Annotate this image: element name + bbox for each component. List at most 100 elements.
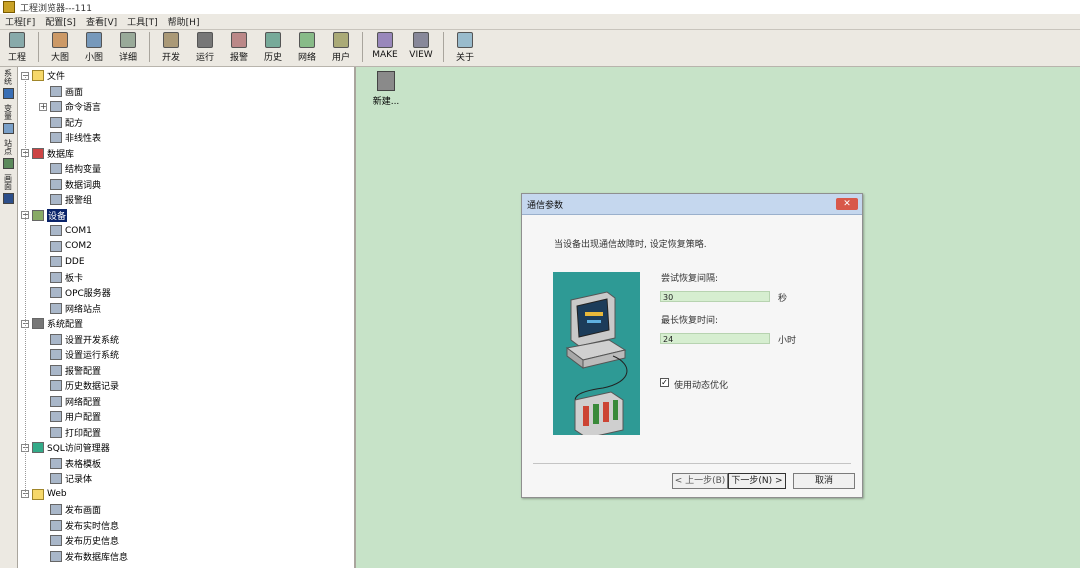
tree-item[interactable]: 记录体 — [39, 471, 92, 486]
tree-item[interactable]: 发布画面 — [39, 502, 101, 517]
tree-item[interactable]: 用户配置 — [39, 409, 101, 424]
menu-view[interactable]: 查看[V] — [81, 15, 122, 28]
new-item[interactable]: 新建... — [371, 71, 401, 107]
tree-item[interactable]: 表格模板 — [39, 456, 101, 471]
tree-item[interactable]: COM2 — [39, 239, 92, 254]
toolbar-label: 小图 — [84, 53, 103, 63]
menu-tools[interactable]: 工具[T] — [122, 15, 163, 28]
tree-node[interactable]: − SQL访问管理器 — [21, 440, 110, 455]
table-template-icon — [50, 457, 62, 469]
toolbar-label: 开发 — [161, 53, 180, 63]
system-tab-icon — [2, 88, 14, 99]
dialog-divider — [533, 463, 851, 464]
toolbar-button-history[interactable]: 历史 — [256, 30, 290, 64]
tree-label: 历史数据记录 — [65, 382, 120, 392]
back-button[interactable]: < 上一步(B) — [672, 473, 728, 489]
tree-label: 数据词典 — [65, 180, 102, 191]
tree-item[interactable]: 打印配置 — [39, 425, 101, 440]
tree-item[interactable]: 网络配置 — [39, 394, 101, 409]
max-recovery-input[interactable]: 24 — [660, 333, 770, 344]
tree-node[interactable]: − 系统配置 — [21, 316, 83, 331]
tree-label: 记录体 — [65, 475, 93, 485]
publish-history-icon — [50, 535, 62, 546]
dialog-title: 通信参数 — [527, 200, 564, 211]
tree-item[interactable]: 报警组 — [39, 192, 92, 207]
tree-item[interactable]: DDE — [39, 254, 85, 269]
tree-item[interactable]: 发布历史信息 — [39, 533, 119, 548]
command-language-icon — [50, 101, 62, 112]
menu-help[interactable]: 帮助[H] — [163, 15, 205, 28]
tree-item[interactable]: 发布数据库信息 — [39, 549, 128, 564]
tree-label: 系统配置 — [47, 320, 84, 330]
dynamic-optimization-checkbox[interactable]: ✓ — [660, 378, 669, 387]
tree-label: 板卡 — [65, 273, 84, 284]
toolbar-button-network[interactable]: 网络 — [290, 30, 324, 64]
menu-project[interactable]: 工程[F] — [0, 15, 40, 28]
toolbar-button-project[interactable]: 工程 — [0, 30, 34, 64]
tree-node[interactable]: − 文件 — [21, 68, 65, 83]
toolbar-button-user[interactable]: 用户 — [324, 30, 358, 64]
tree-label: 发布画面 — [65, 506, 102, 516]
computer-device-illustration — [553, 272, 640, 439]
about-icon — [457, 32, 473, 48]
tree-label: 发布历史信息 — [65, 537, 120, 547]
toolbar-button-make[interactable]: MAKE — [367, 30, 403, 64]
large-icons-icon — [52, 32, 68, 48]
tree-item[interactable]: 设置运行系统 — [39, 347, 119, 362]
toolbar-button-run[interactable]: 运行 — [188, 30, 222, 64]
next-button[interactable]: 下一步(N) > — [728, 473, 786, 489]
history-record-icon — [50, 380, 62, 391]
tree-item[interactable]: + 命令语言 — [39, 99, 101, 114]
tree-label: 设备 — [47, 208, 68, 222]
tree-item[interactable]: 历史数据记录 — [39, 378, 119, 393]
tree-item[interactable]: 画面 — [39, 84, 83, 99]
tree-item[interactable]: COM1 — [39, 223, 92, 238]
database-icon — [32, 147, 44, 159]
alarm-group-icon — [50, 194, 62, 205]
left-tab-label: 系统 — [3, 69, 13, 85]
cancel-button[interactable]: 取消 — [793, 473, 855, 489]
tree-label: 数据库 — [47, 149, 75, 160]
tree-node[interactable]: − Web — [21, 487, 67, 502]
make-icon — [377, 32, 393, 48]
menu-config[interactable]: 配置[S] — [40, 15, 81, 28]
toolbar-button-view[interactable]: VIEW — [403, 30, 439, 64]
toolbar-label: 工程 — [7, 53, 26, 63]
dialog-instruction: 当设备出现通信故障时, 设定恢复策略. — [554, 240, 707, 250]
user-icon — [333, 32, 349, 48]
tree-item[interactable]: 报警配置 — [39, 363, 101, 378]
tree-item[interactable]: 发布实时信息 — [39, 518, 119, 533]
left-tab-screen[interactable]: 画面 — [0, 174, 16, 207]
toolbar-button-alarm[interactable]: 报警 — [222, 30, 256, 64]
history-icon — [265, 32, 281, 48]
toolbar-button-about[interactable]: 关于 — [448, 30, 482, 64]
toolbar-separator — [443, 32, 444, 62]
toolbar-button-larges-icon[interactable]: 大图 — [43, 30, 77, 64]
expand-icon[interactable]: + — [39, 102, 47, 111]
toolbar-button-smalls-icon[interactable]: 小图 — [77, 30, 111, 64]
recipe-icon — [50, 116, 62, 128]
tree-item[interactable]: 设置开发系统 — [39, 332, 119, 347]
left-tab-station[interactable]: 站点 — [0, 139, 16, 172]
tree-item[interactable]: 结构变量 — [39, 161, 101, 176]
max-recovery-unit: 小时 — [778, 336, 797, 346]
toolbar-button-details[interactable]: 详细 — [111, 30, 145, 64]
toolbar-separator — [362, 32, 363, 62]
tree-item[interactable]: 板卡 — [39, 270, 83, 285]
toolbar-label: 网络 — [297, 53, 316, 63]
tree-node[interactable]: − 设备 — [21, 208, 68, 223]
new-file-icon — [377, 71, 395, 91]
tree-item[interactable]: OPC服务器 — [39, 285, 111, 300]
tree-item[interactable]: 配方 — [39, 115, 83, 130]
left-tab-system[interactable]: 系统 — [0, 69, 16, 102]
left-tab-label: 站点 — [3, 139, 13, 155]
tree-item[interactable]: 非线性表 — [39, 130, 101, 145]
close-icon[interactable]: ✕ — [836, 198, 858, 210]
retry-interval-input[interactable]: 30 — [660, 291, 770, 302]
tree-node[interactable]: − 数据库 — [21, 146, 74, 161]
tree-item[interactable]: 网络站点 — [39, 301, 101, 316]
tree-item[interactable]: 数据词典 — [39, 177, 101, 192]
toolbar-button-develop[interactable]: 开发 — [154, 30, 188, 64]
left-tab-variable[interactable]: 变量 — [0, 104, 16, 137]
network-config-icon — [50, 395, 62, 407]
